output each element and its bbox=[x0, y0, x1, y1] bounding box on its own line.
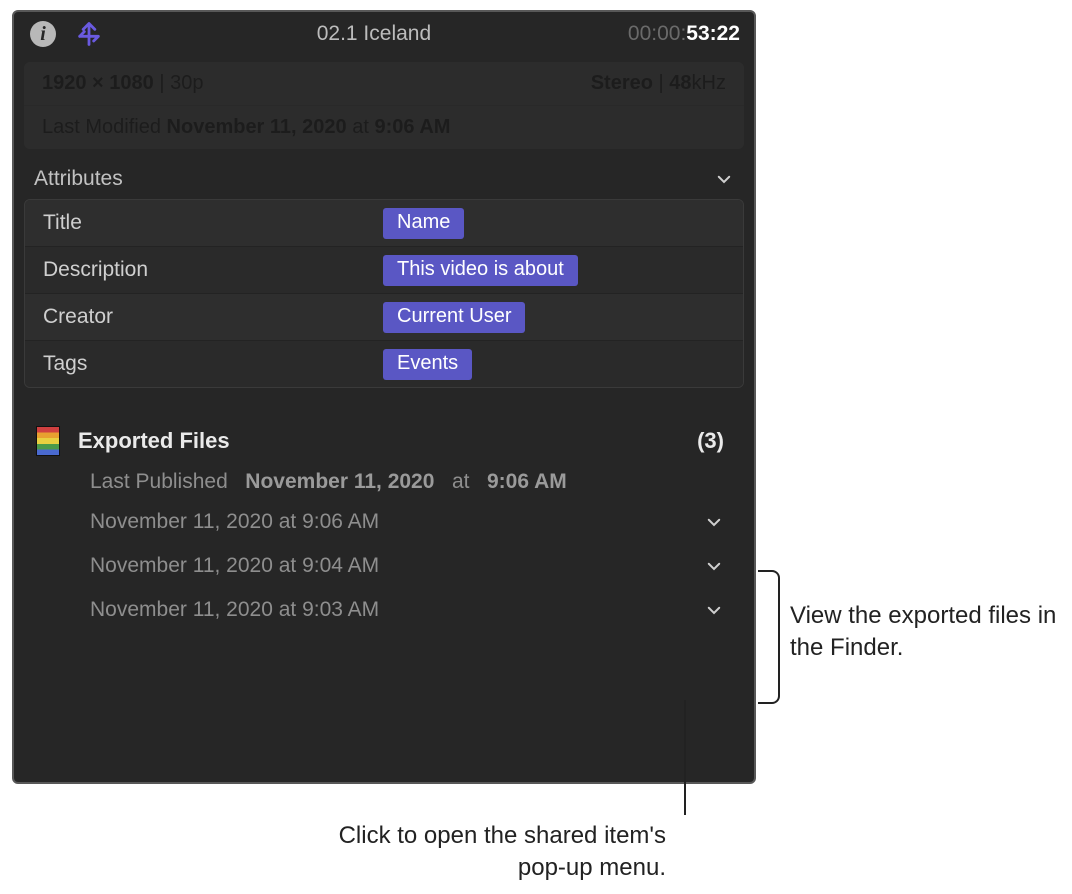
info-tab-button[interactable]: i bbox=[28, 19, 58, 49]
attr-token[interactable]: Current User bbox=[383, 302, 525, 333]
info-icon: i bbox=[30, 21, 56, 47]
attributes-table: Title Name Description This video is abo… bbox=[24, 199, 744, 388]
attr-row-description: Description This video is about bbox=[25, 247, 743, 294]
chevron-down-icon[interactable] bbox=[704, 556, 724, 576]
attr-label: Description bbox=[25, 258, 383, 282]
attr-token[interactable]: Name bbox=[383, 208, 464, 239]
exported-files-header[interactable]: Exported Files (3) bbox=[36, 426, 732, 456]
clip-title: 02.1 Iceland bbox=[120, 22, 628, 46]
exported-files-section: Exported Files (3) Last Published Novemb… bbox=[14, 396, 754, 632]
last-published-row: Last Published November 11, 2020 at 9:06… bbox=[36, 456, 732, 500]
share-arrows-icon bbox=[75, 20, 103, 48]
share-tab-button[interactable] bbox=[74, 19, 104, 49]
spec-row: 1920 × 1080 | 30p Stereo | 48kHz bbox=[24, 62, 744, 106]
media-specs-block: 1920 × 1080 | 30p Stereo | 48kHz Last Mo… bbox=[24, 62, 744, 149]
exported-files-count: (3) bbox=[697, 428, 732, 454]
last-modified-time: 9:06 AM bbox=[374, 116, 450, 139]
exported-file-item[interactable]: November 11, 2020 at 9:04 AM bbox=[36, 544, 732, 588]
last-modified-label: Last Modified bbox=[42, 116, 161, 139]
attr-value-cell[interactable]: Current User bbox=[383, 302, 743, 333]
video-spec: 1920 × 1080 | 30p bbox=[42, 72, 591, 95]
callout-bracket bbox=[758, 570, 780, 704]
chevron-down-icon[interactable] bbox=[704, 512, 724, 532]
exported-file-item[interactable]: November 11, 2020 at 9:03 AM bbox=[36, 588, 732, 632]
attr-value-cell[interactable]: This video is about bbox=[383, 255, 743, 286]
attr-token[interactable]: Events bbox=[383, 349, 472, 380]
chevron-down-icon[interactable] bbox=[704, 600, 724, 620]
exported-file-date: November 11, 2020 at 9:03 AM bbox=[90, 598, 704, 622]
timecode-seconds: 53:22 bbox=[686, 22, 740, 45]
timecode-hours: 00:00: bbox=[628, 22, 686, 45]
last-published-date: November 11, 2020 bbox=[245, 470, 434, 493]
attr-label: Tags bbox=[25, 352, 383, 376]
attributes-heading: Attributes bbox=[34, 167, 714, 191]
audio-rate-unit: kHz bbox=[692, 72, 726, 94]
timecode: 00:00:53:22 bbox=[628, 22, 740, 46]
last-published-time: 9:06 AM bbox=[487, 470, 567, 493]
chevron-down-icon bbox=[714, 169, 734, 189]
fps-value: 30p bbox=[170, 72, 203, 94]
exported-file-date: November 11, 2020 at 9:04 AM bbox=[90, 554, 704, 578]
callout-bottom: Click to open the shared item's pop-up m… bbox=[326, 820, 666, 885]
inspector-header: i 02.1 Iceland 00:00:53:22 bbox=[14, 12, 754, 56]
attributes-header[interactable]: Attributes bbox=[14, 149, 754, 199]
last-modified-row: Last Modified November 11, 2020 at 9:06 … bbox=[24, 106, 744, 149]
attr-value-cell[interactable]: Name bbox=[383, 208, 743, 239]
inspector-panel: i 02.1 Iceland 00:00:53:22 1920 × 1080 |… bbox=[12, 10, 756, 784]
exported-files-heading: Exported Files bbox=[78, 428, 697, 454]
attr-token[interactable]: This video is about bbox=[383, 255, 578, 286]
attr-row-creator: Creator Current User bbox=[25, 294, 743, 341]
attr-row-tags: Tags Events bbox=[25, 341, 743, 387]
resolution-value: 1920 × 1080 bbox=[42, 72, 154, 94]
callout-pointer bbox=[684, 700, 686, 815]
exported-file-item[interactable]: November 11, 2020 at 9:06 AM bbox=[36, 500, 732, 544]
last-published-label: Last Published bbox=[90, 470, 228, 493]
exported-file-date: November 11, 2020 at 9:06 AM bbox=[90, 510, 704, 534]
audio-channels-value: Stereo bbox=[591, 72, 653, 94]
callout-right: View the exported files in the Finder. bbox=[790, 600, 1060, 665]
attr-row-title: Title Name bbox=[25, 200, 743, 247]
attr-label: Title bbox=[25, 211, 383, 235]
last-modified-date: November 11, 2020 bbox=[167, 116, 347, 139]
attr-value-cell[interactable]: Events bbox=[383, 349, 743, 380]
audio-spec: Stereo | 48kHz bbox=[591, 72, 726, 95]
audio-rate-value: 48 bbox=[669, 72, 691, 94]
film-strip-icon bbox=[36, 426, 60, 456]
attr-label: Creator bbox=[25, 305, 383, 329]
